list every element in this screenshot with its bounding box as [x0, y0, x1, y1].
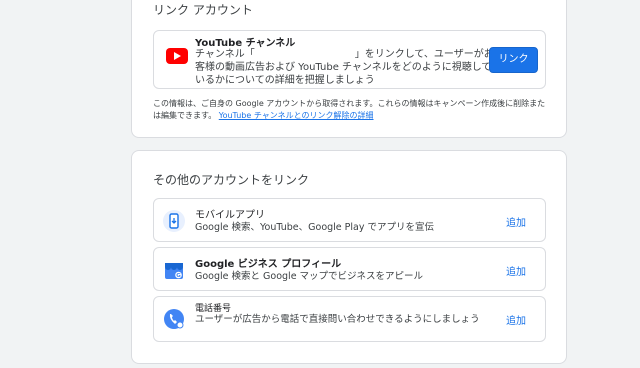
youtube-channel-title: YouTube チャンネル — [195, 38, 296, 49]
link-account-card: リンク アカウント YouTube チャンネル チャンネル「 」をリンクして、ユ… — [131, 0, 567, 138]
add-business-profile-link[interactable]: 追加 — [506, 263, 526, 278]
mobile-app-icon — [163, 210, 185, 232]
link-button[interactable]: リンク — [489, 47, 538, 73]
youtube-channel-box: YouTube チャンネル チャンネル「 」をリンクして、ユーザーがお客様の動画… — [153, 30, 546, 89]
unlink-details-link[interactable]: YouTube チャンネルとのリンク解除の詳細 — [219, 111, 374, 120]
youtube-channel-description: チャンネル「 」をリンクして、ユーザーがお客様の動画広告および YouTube … — [195, 49, 494, 86]
business-profile-icon: G — [165, 263, 183, 279]
account-row-phone: 電話番号 ユーザーが広告から電話で直接問い合わせできるようにしましょう 追加 — [153, 296, 546, 342]
account-row-description: Google 検索、YouTube、Google Play でアプリを宣伝 — [195, 222, 435, 233]
add-phone-link[interactable]: 追加 — [506, 312, 526, 327]
account-row-mobile-app: モバイルアプリ Google 検索、YouTube、Google Play でア… — [153, 198, 546, 242]
other-accounts-title: その他のアカウントをリンク — [153, 173, 310, 187]
account-row-description: ユーザーが広告から電話で直接問い合わせできるようにしましょう — [195, 314, 480, 325]
svg-text:G: G — [176, 273, 181, 279]
add-mobile-app-link[interactable]: 追加 — [506, 214, 526, 229]
account-row-business-profile: G Google ビジネス プロフィール Google 検索と Google マ… — [153, 247, 546, 291]
youtube-icon — [166, 48, 188, 64]
info-note: この情報は、ご自身の Google アカウントから取得されます。これらの情報はキ… — [153, 98, 553, 121]
phone-icon — [164, 309, 184, 329]
link-account-title: リンク アカウント — [153, 3, 253, 17]
other-accounts-card: その他のアカウントをリンク モバイルアプリ Google 検索、YouTube、… — [131, 150, 567, 364]
account-row-description: Google 検索と Google マップでビジネスをアピール — [195, 271, 424, 282]
account-row-title: Google ビジネス プロフィール — [195, 259, 342, 270]
account-row-title: モバイルアプリ — [195, 210, 265, 221]
